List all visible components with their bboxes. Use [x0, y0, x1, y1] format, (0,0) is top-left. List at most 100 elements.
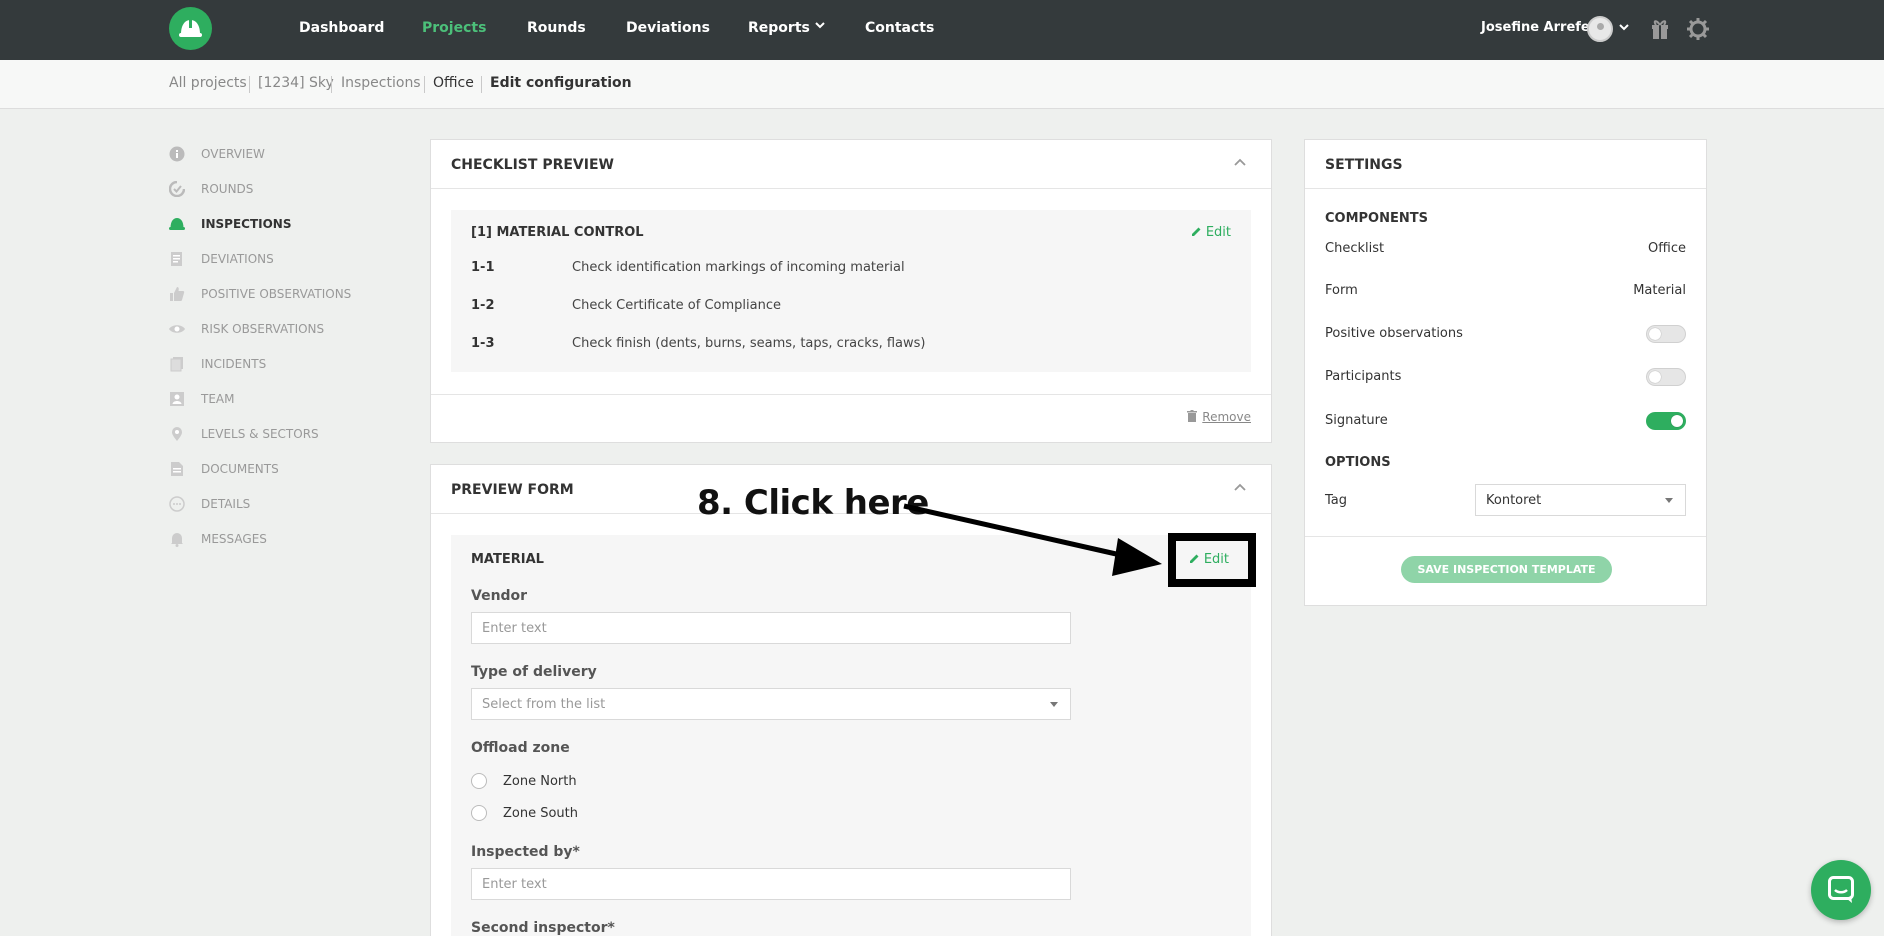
nav-dashboard[interactable]: Dashboard — [299, 20, 384, 36]
breadcrumb-divider — [481, 76, 482, 93]
components-heading: COMPONENTS — [1325, 211, 1428, 226]
section-title: [1] MATERIAL CONTROL — [471, 225, 644, 240]
panel-header: CHECKLIST PREVIEW — [431, 140, 1271, 189]
hardhat-icon — [169, 218, 185, 230]
nav-reports[interactable]: Reports — [748, 20, 825, 36]
annotation-arrow-icon — [903, 503, 1162, 576]
divider — [1305, 536, 1706, 537]
panel-title: CHECKLIST PREVIEW — [451, 157, 614, 173]
form-label: Form — [1325, 283, 1358, 298]
breadcrumb-office[interactable]: Office — [433, 75, 474, 91]
radio-label: Zone South — [503, 806, 579, 821]
remove-label: Remove — [1202, 410, 1251, 424]
checklist-value: Office — [1648, 241, 1686, 256]
chevron-up-icon[interactable] — [1233, 157, 1247, 167]
checklist-label: Checklist — [1325, 241, 1385, 256]
panel-title: SETTINGS — [1325, 157, 1403, 173]
breadcrumb-inspections[interactable]: Inspections — [341, 75, 421, 91]
team-icon — [170, 392, 184, 406]
radio-label: Zone North — [503, 774, 577, 789]
breadcrumb-divider — [249, 76, 250, 93]
breadcrumb-project[interactable]: [1234] Sky — [258, 75, 334, 91]
user-name[interactable]: Josefine Arrefelt — [1481, 20, 1600, 35]
remove-button[interactable]: Remove — [1187, 410, 1251, 424]
chat-icon — [1828, 876, 1854, 903]
panel-header: SETTINGS — [1305, 140, 1706, 189]
divider — [431, 394, 1271, 395]
bell-icon — [171, 533, 183, 547]
nav-projects[interactable]: Projects — [422, 20, 486, 36]
row-number: 1-1 — [471, 260, 495, 275]
vendor-label: Vendor — [471, 588, 528, 604]
zone-south-radio[interactable] — [471, 805, 487, 821]
row-text: Check Certificate of Compliance — [572, 298, 781, 313]
checklist-section: [1] MATERIAL CONTROL Edit 1-1 Check iden… — [451, 210, 1251, 372]
incidents-icon — [170, 357, 183, 372]
settings-panel: SETTINGS COMPONENTS Checklist Office For… — [1304, 139, 1707, 606]
chevron-down-icon — [815, 22, 825, 29]
info-icon — [169, 146, 185, 162]
sidebar-item-label: POSITIVE OBSERVATIONS — [201, 287, 352, 301]
row-text: Check finish (dents, burns, seams, taps,… — [572, 336, 926, 351]
gear-icon[interactable] — [1687, 18, 1709, 40]
location-pin-icon — [172, 427, 182, 441]
delivery-select[interactable]: Select from the list — [471, 688, 1071, 720]
logo-hardhat-icon[interactable] — [169, 7, 212, 50]
inspected-by-input[interactable]: Enter text — [471, 868, 1071, 900]
section-title: MATERIAL — [471, 552, 544, 567]
trash-icon — [1187, 410, 1198, 422]
second-inspector-label: Second inspector* — [471, 920, 615, 936]
chat-button[interactable] — [1811, 860, 1871, 920]
panel-title: PREVIEW FORM — [451, 482, 574, 498]
row-text: Check identification markings of incomin… — [572, 260, 905, 275]
dropdown-arrow-icon — [1050, 702, 1058, 707]
chevron-up-icon[interactable] — [1233, 482, 1247, 492]
annotation-text: 8. Click here — [697, 483, 929, 523]
breadcrumb-divider — [424, 76, 425, 93]
eye-icon — [169, 325, 185, 333]
sidebar-item-label: ROUNDS — [201, 182, 254, 196]
nav-rounds[interactable]: Rounds — [527, 20, 586, 36]
nav-reports-label: Reports — [748, 20, 810, 36]
row-number: 1-2 — [471, 298, 495, 313]
sidebar-item-label: INCIDENTS — [201, 357, 267, 371]
signature-label: Signature — [1325, 413, 1388, 428]
zone-north-radio[interactable] — [471, 773, 487, 789]
positive-observations-label: Positive observations — [1325, 326, 1463, 341]
row-number: 1-3 — [471, 336, 495, 351]
sidebar-item-label: MESSAGES — [201, 532, 267, 546]
options-heading: OPTIONS — [1325, 455, 1391, 470]
edit-checklist-button[interactable]: Edit — [1191, 225, 1231, 240]
sidebar-item-label: DOCUMENTS — [201, 462, 279, 476]
participants-toggle[interactable] — [1646, 368, 1686, 386]
deviations-icon — [171, 252, 182, 266]
document-icon — [171, 462, 183, 476]
signature-toggle[interactable] — [1646, 412, 1686, 430]
sidebar-item-label: INSPECTIONS — [201, 217, 292, 231]
tag-value: Kontoret — [1486, 493, 1542, 508]
nav-deviations[interactable]: Deviations — [626, 20, 710, 36]
vendor-input[interactable]: Enter text — [471, 612, 1071, 644]
dropdown-arrow-icon — [1665, 498, 1673, 503]
offload-label: Offload zone — [471, 740, 570, 756]
breadcrumb-all-projects[interactable]: All projects — [169, 75, 247, 91]
nav-contacts[interactable]: Contacts — [865, 20, 934, 36]
form-value: Material — [1633, 283, 1686, 298]
avatar[interactable] — [1587, 16, 1613, 42]
breadcrumb-divider — [331, 76, 332, 93]
tag-select[interactable]: Kontoret — [1475, 484, 1686, 516]
rounds-icon — [169, 181, 185, 197]
sidebar-item-label: DEVIATIONS — [201, 252, 274, 266]
tag-label: Tag — [1325, 493, 1348, 508]
positive-observations-toggle[interactable] — [1646, 325, 1686, 343]
gift-icon[interactable] — [1651, 18, 1669, 40]
breadcrumb-current: Edit configuration — [490, 75, 632, 91]
save-inspection-template-button[interactable]: SAVE INSPECTION TEMPLATE — [1401, 556, 1612, 583]
participants-label: Participants — [1325, 369, 1402, 384]
checklist-preview-panel: CHECKLIST PREVIEW [1] MATERIAL CONTROL E… — [430, 139, 1272, 443]
delivery-label: Type of delivery — [471, 664, 597, 680]
sidebar-item-label: RISK OBSERVATIONS — [201, 322, 325, 336]
sidebar-item-label: OVERVIEW — [201, 147, 265, 161]
chevron-down-icon[interactable] — [1618, 23, 1630, 33]
inspected-by-label: Inspected by* — [471, 844, 580, 860]
